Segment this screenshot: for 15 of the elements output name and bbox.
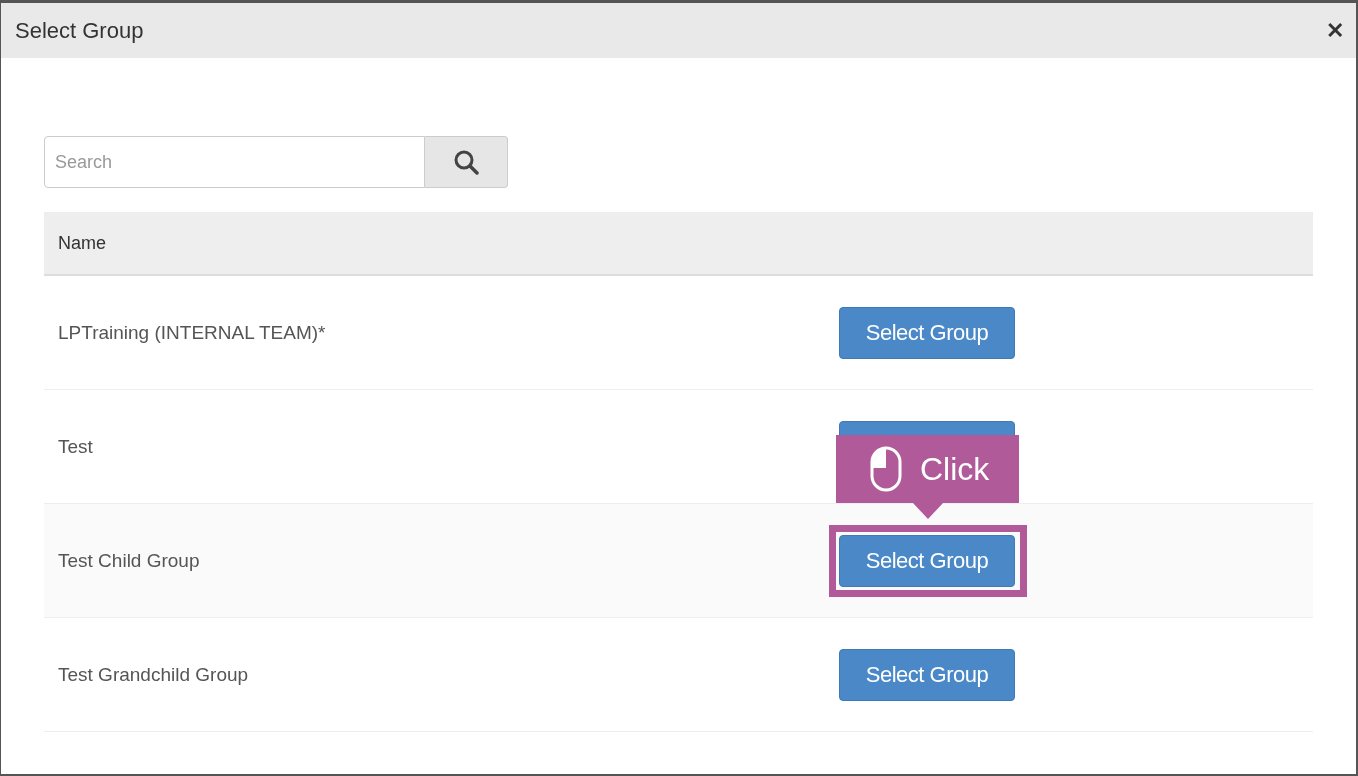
group-name: Test <box>58 435 94 458</box>
search-button[interactable] <box>425 136 508 188</box>
dialog-title: Select Group <box>15 17 144 44</box>
search-icon <box>453 149 479 175</box>
group-name: Test Child Group <box>58 549 201 572</box>
group-name: Test Grandchild Group <box>58 663 250 686</box>
select-group-button[interactable]: Select Group <box>839 306 1015 359</box>
callout-label: Click <box>920 450 990 489</box>
search-field[interactable]: Search <box>44 136 425 188</box>
select-group-button[interactable]: Select Group <box>839 534 1015 587</box>
column-header: Name <box>58 232 106 254</box>
mouse-icon <box>870 446 902 492</box>
close-button[interactable]: ✕ <box>1326 17 1344 44</box>
select-group-button[interactable]: Select Group <box>839 648 1015 701</box>
group-name: LPTraining (INTERNAL TEAM)* <box>58 321 327 344</box>
